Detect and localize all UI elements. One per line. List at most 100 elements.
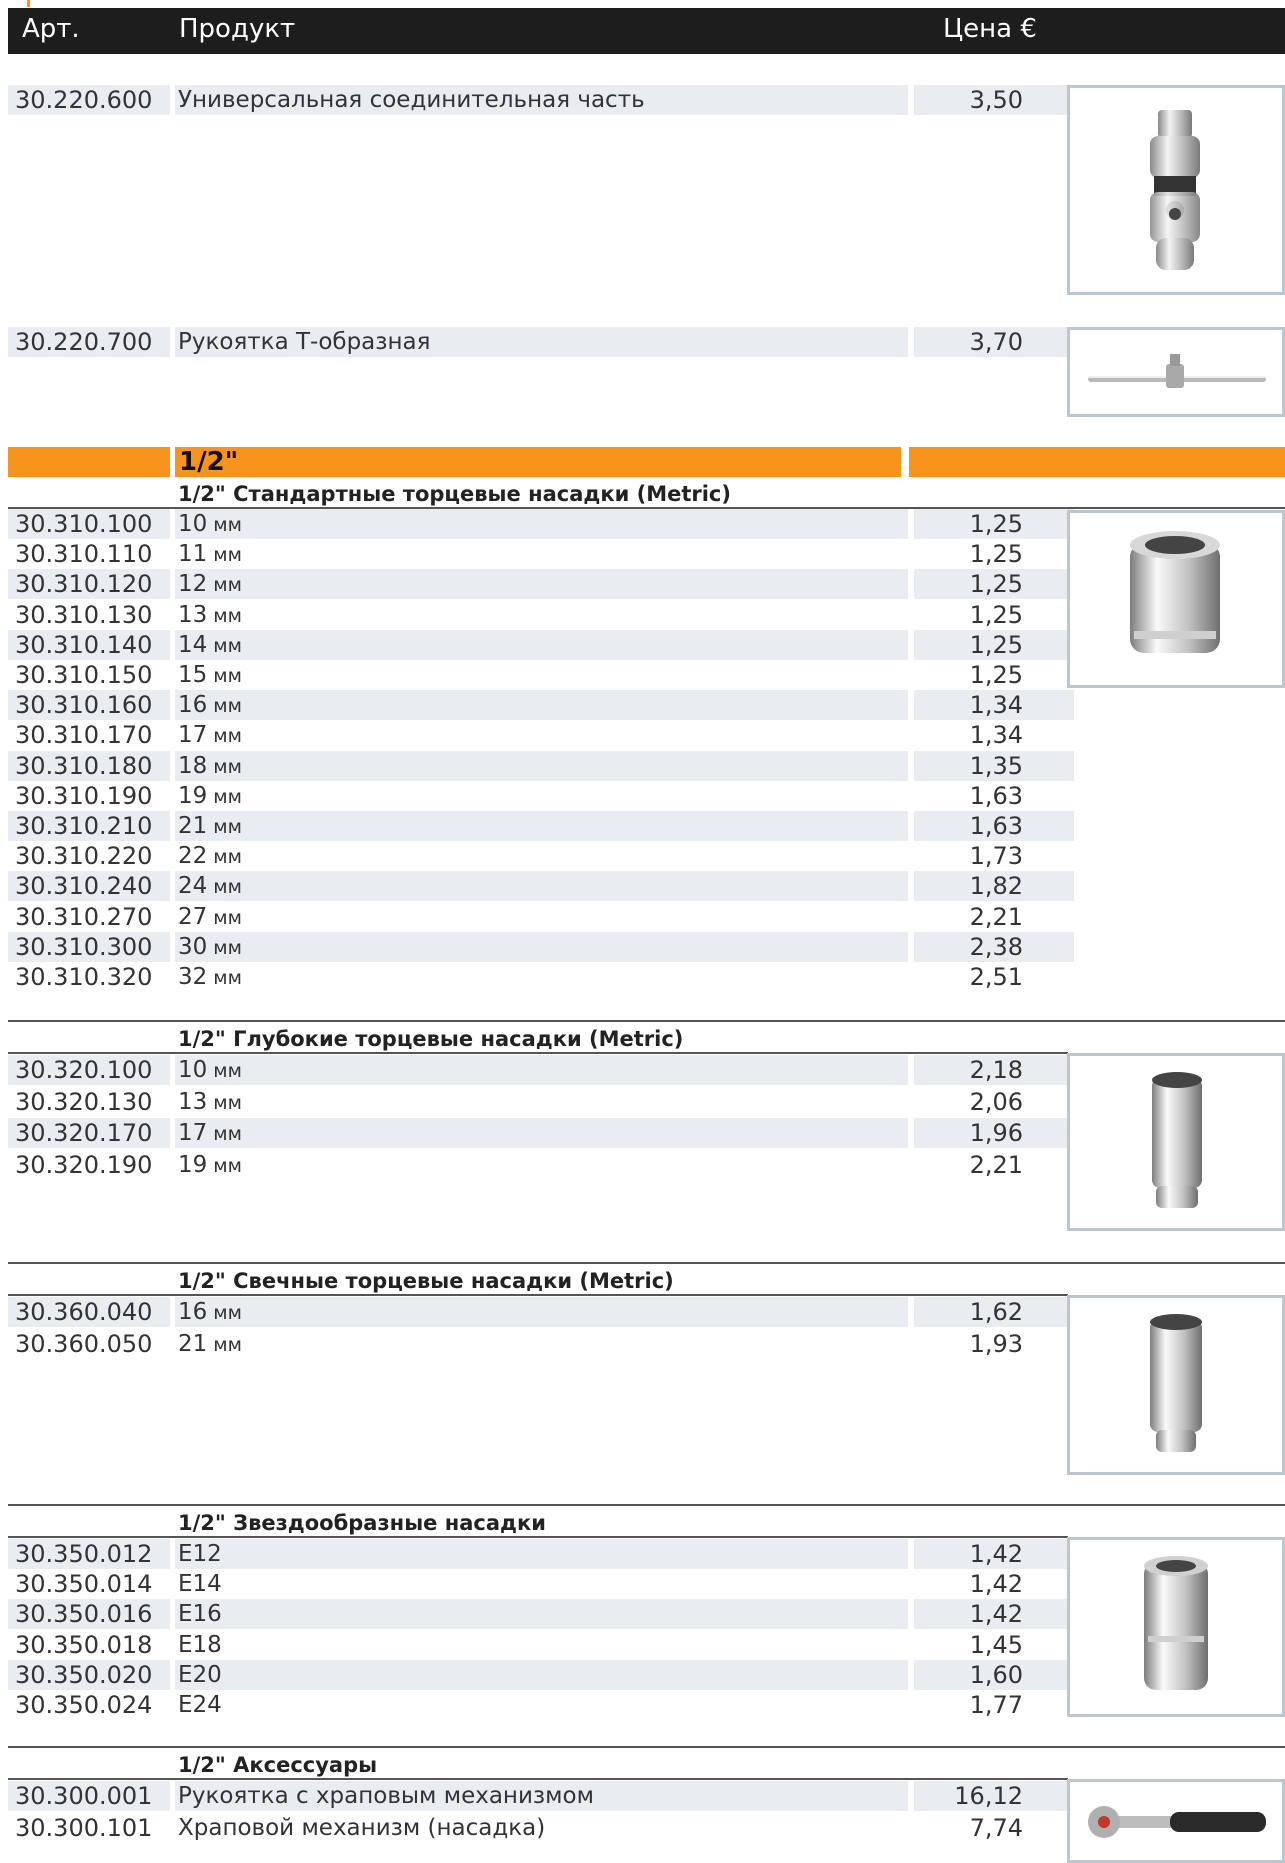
size-value: 19 [178,782,208,809]
product-size: 12 мм [178,569,908,599]
size-unit: мм [213,785,242,808]
header-price: Цена € [943,14,1037,44]
product-size: 22 мм [178,841,908,871]
size-band: 1/2" [8,447,1285,477]
size-value: E24 [178,1692,222,1718]
price: 2,06 [969,1087,1023,1116]
article-number: 30.350.018 [15,1630,153,1659]
section-divider [8,1746,1285,1748]
price: 1,77 [969,1691,1023,1719]
product-size: 21 мм [178,811,908,841]
size-value: 10 [178,1057,208,1083]
article-number: 30.350.014 [15,1570,153,1599]
price: 2,21 [969,902,1023,931]
price: 1,73 [969,842,1023,871]
product-size: 15 мм [178,660,908,690]
price: 7,74 [969,1814,1023,1842]
product-size: 11 мм [178,539,908,569]
size-unit: мм [213,1060,242,1082]
article-number: 30.320.190 [15,1150,153,1179]
article-number: 30.220.600 [15,86,153,114]
size-unit: мм [213,695,242,718]
size-unit: мм [213,1154,242,1177]
header-art: Арт. [22,14,80,44]
product-name: Рукоятка Т-образная [178,329,431,355]
size-value: E16 [178,1601,222,1628]
product-size: Храповой механизм (насадка) [178,1813,908,1843]
product-size: E16 [178,1599,908,1629]
article-number: 30.220.700 [15,328,153,356]
article-number: 30.310.130 [15,600,153,629]
section-divider [8,1536,1068,1538]
product-size: 13 мм [178,600,908,630]
price: 2,21 [969,1150,1023,1179]
size-unit: мм [213,816,242,838]
article-number: 30.310.120 [15,570,153,599]
size-unit: мм [213,514,242,536]
size-value: 27 [178,903,208,930]
section-divider [8,1262,1285,1264]
size-unit: мм [213,876,242,899]
product-size: 13 мм [178,1087,908,1117]
size-value: 17 [178,722,208,749]
product-size: 16 мм [178,1297,908,1327]
price: 1,34 [969,691,1023,720]
size-unit: мм [213,604,242,627]
article-number: 30.310.170 [15,721,153,750]
article-number: 30.310.220 [15,842,153,871]
product-size: 32 мм [178,962,908,992]
ratchet-image [1067,1779,1285,1863]
price: 1,45 [969,1630,1023,1659]
product-name: Универсальная соединительная часть [178,87,645,113]
size-value: 16 [178,1299,208,1325]
band-label: 1/2" [179,447,239,477]
standard-socket-image [1067,510,1285,688]
section-divider [8,1294,1068,1296]
price: 1,42 [969,1570,1023,1599]
price: 1,25 [969,540,1023,569]
product-size: 19 мм [178,781,908,811]
spark-plug-socket-image [1067,1295,1285,1475]
product-size: 17 мм [178,720,908,750]
t-handle-image [1067,327,1285,417]
size-value: Рукоятка с храповым механизмом [178,1783,594,1809]
size-value: 14 [178,631,208,658]
product-size: 17 мм [178,1118,908,1148]
header-product: Продукт [179,14,296,44]
product-size: 19 мм [178,1150,908,1180]
article-number: 30.350.020 [15,1660,153,1689]
product-size: E12 [178,1539,908,1569]
price: 1,60 [969,1660,1023,1689]
product-size: 14 мм [178,630,908,660]
price: 3,50 [969,86,1023,114]
size-unit: мм [213,544,242,567]
product-size: E18 [178,1630,908,1660]
article-number: 30.320.170 [15,1119,153,1147]
price: 1,63 [969,812,1023,840]
article-number: 30.310.270 [15,902,153,931]
size-value: 24 [178,873,208,900]
size-value: E14 [178,1571,222,1598]
size-unit: мм [213,1123,242,1145]
price: 1,82 [969,872,1023,901]
product-size: 10 мм [178,509,908,539]
product-size: E14 [178,1569,908,1599]
section-title: 1/2" Звездообразные насадки [178,1511,546,1535]
size-unit: мм [213,1333,242,1356]
size-unit: мм [213,1302,242,1324]
article-number: 30.350.024 [15,1691,153,1719]
price: 1,96 [969,1119,1023,1147]
product-size: 10 мм [178,1055,908,1085]
section-title: 1/2" Аксессуары [178,1753,378,1777]
price: 2,18 [969,1056,1023,1084]
article-number: 30.310.190 [15,781,153,810]
section-divider [8,1020,1285,1022]
size-value: E18 [178,1631,222,1658]
price: 1,35 [969,751,1023,780]
article-number: 30.310.160 [15,691,153,720]
size-value: 21 [178,1330,208,1357]
section-title: 1/2" Стандартные торцевые насадки (Metri… [178,482,731,506]
price: 2,51 [969,963,1023,991]
product-size: 21 мм [178,1329,908,1359]
torx-socket-image [1067,1537,1285,1717]
